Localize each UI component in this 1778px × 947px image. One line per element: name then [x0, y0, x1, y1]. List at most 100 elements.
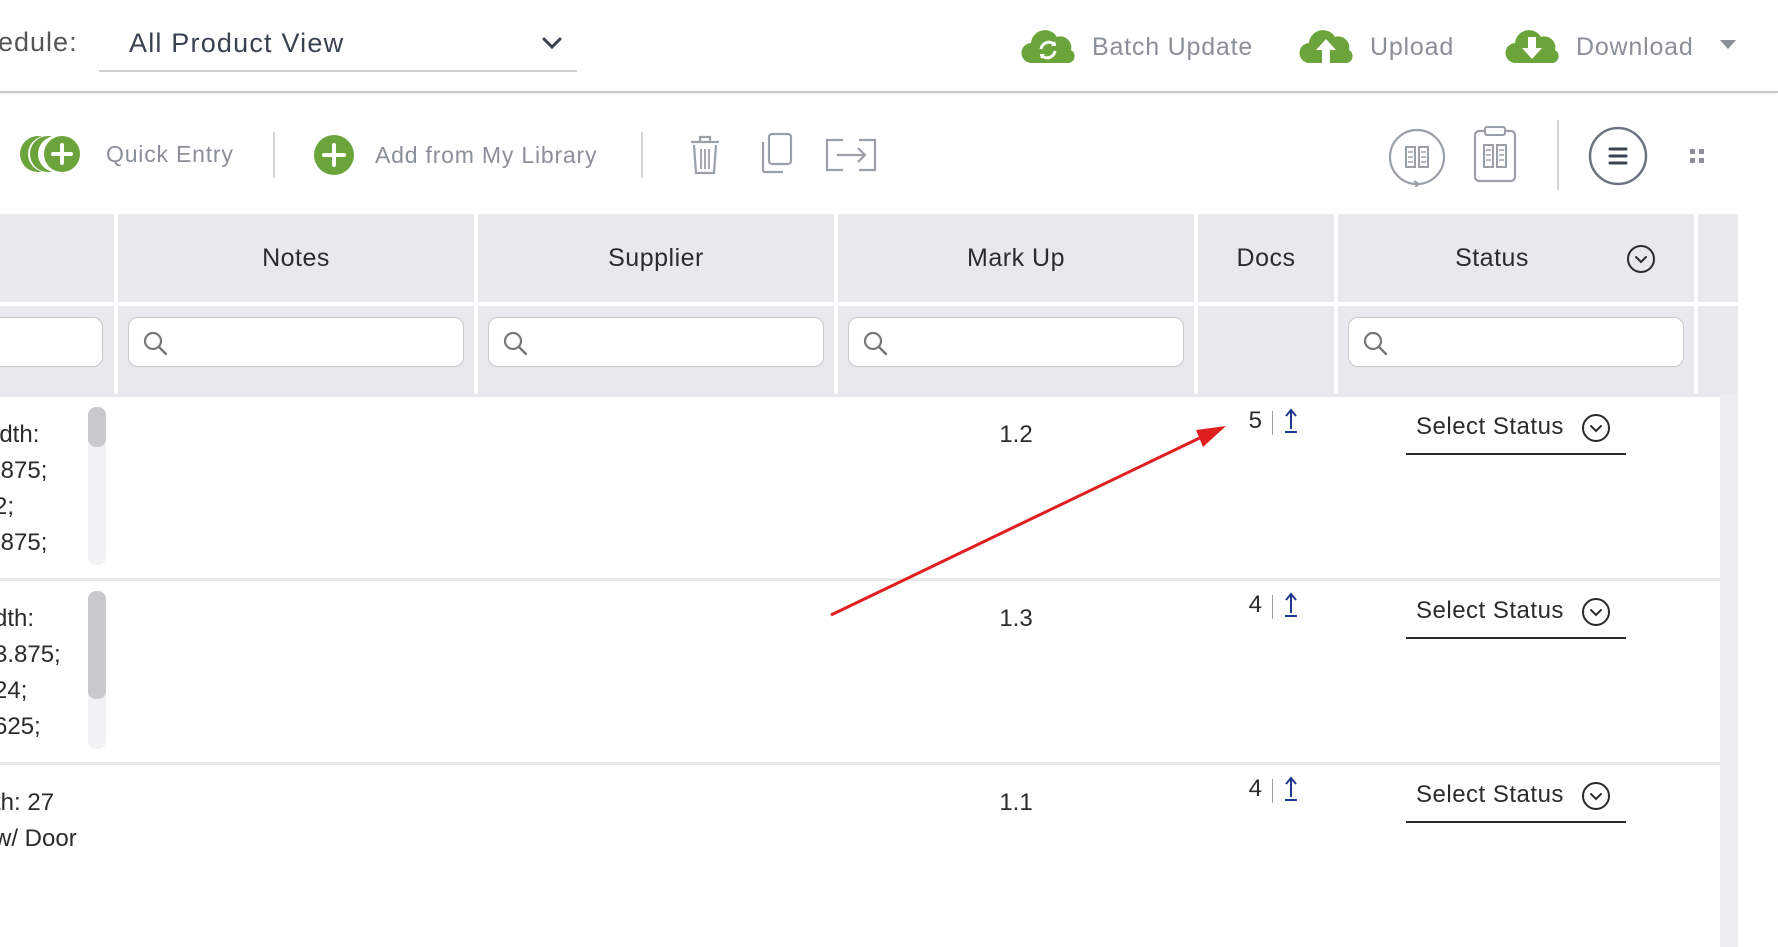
- cloud-download-icon: [1505, 30, 1559, 64]
- description-scrollbar[interactable]: [88, 407, 106, 565]
- description-line: 2;: [0, 493, 15, 520]
- scrollbar-thumb[interactable]: [88, 591, 106, 699]
- view-select[interactable]: All Product View: [99, 22, 577, 72]
- cloud-sync-icon: [1021, 30, 1075, 64]
- top-bar: edule: All Product View Batch Update Upl…: [0, 0, 1778, 93]
- search-input[interactable]: [0, 317, 103, 367]
- status-select[interactable]: Select Status: [1406, 407, 1626, 455]
- docs-cell: 4: [1244, 591, 1298, 619]
- filter-cell-docs: [1198, 306, 1334, 394]
- docs-divider: [1272, 411, 1273, 435]
- column-header-spacer: [1698, 214, 1738, 302]
- download-label: Download: [1576, 32, 1694, 61]
- grid-scrollbar[interactable]: [1720, 394, 1738, 947]
- search-icon: [503, 331, 528, 356]
- add-from-library-label: Add from My Library: [375, 141, 598, 168]
- move-to-icon[interactable]: [823, 136, 879, 174]
- status-select[interactable]: Select Status: [1406, 591, 1626, 639]
- trash-icon[interactable]: [688, 134, 722, 176]
- add-circle-icon: [314, 135, 354, 175]
- column-header-status-label: Status: [1455, 243, 1529, 272]
- download-button[interactable]: Download: [1502, 22, 1694, 72]
- column-header-supplier[interactable]: Supplier: [478, 214, 834, 302]
- status-select-value: Select Status: [1416, 781, 1564, 808]
- batch-update-button[interactable]: Batch Update: [1018, 22, 1253, 72]
- schedule-label: edule:: [0, 27, 78, 57]
- column-header-status[interactable]: Status: [1338, 214, 1694, 302]
- view-select-value: All Product View: [129, 28, 345, 58]
- docs-cell: 4: [1244, 775, 1298, 803]
- markup-search-input[interactable]: [848, 317, 1184, 367]
- docs-count[interactable]: 4: [1244, 775, 1262, 803]
- menu-icon[interactable]: [1588, 126, 1648, 186]
- markup-cell[interactable]: 1.3: [838, 605, 1194, 633]
- upload-button[interactable]: Upload: [1296, 22, 1454, 72]
- description-line: idth:: [0, 421, 40, 448]
- cloud-upload-icon: [1299, 30, 1353, 64]
- filter-cell-status: [1338, 306, 1694, 394]
- table-row[interactable]: dth: 3.875; 24; 625; 1.3 4 Select Status: [0, 578, 1720, 762]
- chevron-circle-down-icon: [1582, 598, 1610, 626]
- add-from-library-button[interactable]: Add from My Library: [313, 134, 597, 176]
- drag-handle-icon[interactable]: [1689, 148, 1705, 164]
- toolbar: Quick Entry Add from My Library: [0, 110, 1778, 200]
- toolbar-divider: [641, 132, 643, 178]
- table-row[interactable]: th: 27 w/ Door . 1.1 4 Select Status: [0, 762, 1720, 946]
- description-line: 625;: [0, 713, 41, 740]
- column-header-docs[interactable]: Docs: [1198, 214, 1334, 302]
- description-line: 3.875;: [0, 641, 61, 668]
- chevron-down-icon: [542, 37, 562, 50]
- copy-icon[interactable]: [759, 132, 795, 174]
- status-select-value: Select Status: [1416, 413, 1564, 440]
- docs-count[interactable]: 4: [1244, 591, 1262, 619]
- filter-cell: [0, 306, 114, 394]
- search-icon: [143, 331, 168, 356]
- markup-cell[interactable]: 1.2: [838, 421, 1194, 449]
- search-icon: [863, 331, 888, 356]
- product-grid: Notes Supplier Mark Up Docs Status dth: …: [0, 214, 1738, 947]
- description-line: w/ Door: [0, 825, 77, 852]
- filter-cell-markup: [838, 306, 1194, 394]
- description-line: th: 27: [0, 789, 55, 816]
- docs-cell: 5: [1244, 407, 1298, 435]
- filter-cell-notes: [118, 306, 474, 394]
- description-line: .875;: [0, 529, 48, 556]
- column-header-partial: [0, 214, 114, 302]
- toolbar-divider: [273, 132, 275, 178]
- filter-cell-spacer: [1698, 306, 1738, 394]
- upload-doc-icon[interactable]: [1284, 407, 1298, 433]
- clipboard-columns-icon[interactable]: [1472, 125, 1518, 183]
- status-search-input[interactable]: [1348, 317, 1684, 367]
- description-line: 24;: [0, 677, 28, 704]
- notes-search-input[interactable]: [128, 317, 464, 367]
- upload-doc-icon[interactable]: [1284, 775, 1298, 801]
- column-header-notes[interactable]: Notes: [118, 214, 474, 302]
- chevron-circle-down-icon[interactable]: [1626, 244, 1656, 274]
- status-select-value: Select Status: [1416, 597, 1564, 624]
- supplier-search-input[interactable]: [488, 317, 824, 367]
- quick-entry-icon: [20, 136, 80, 172]
- search-icon: [1363, 331, 1388, 356]
- description-line: dth:: [0, 605, 35, 632]
- filter-cell-supplier: [478, 306, 834, 394]
- toolbar-divider: [1557, 120, 1559, 190]
- scrollbar-thumb[interactable]: [88, 407, 106, 447]
- chevron-circle-down-icon: [1582, 782, 1610, 810]
- refresh-columns-icon[interactable]: [1387, 127, 1447, 187]
- docs-divider: [1272, 779, 1273, 803]
- markup-cell[interactable]: 1.1: [838, 789, 1194, 817]
- table-row[interactable]: idth: .875; 2; .875; 1.2 5 Select Status: [0, 394, 1720, 578]
- chevron-circle-down-icon: [1582, 414, 1610, 442]
- download-caret-icon[interactable]: [1718, 38, 1738, 52]
- quick-entry-button[interactable]: Quick Entry: [20, 132, 234, 176]
- status-select[interactable]: Select Status: [1406, 775, 1626, 823]
- description-scrollbar[interactable]: [88, 591, 106, 749]
- column-header-markup[interactable]: Mark Up: [838, 214, 1194, 302]
- batch-update-label: Batch Update: [1092, 32, 1254, 61]
- upload-doc-icon[interactable]: [1284, 591, 1298, 617]
- description-line: .875;: [0, 457, 48, 484]
- description-line: .: [0, 857, 1, 885]
- docs-divider: [1272, 595, 1273, 619]
- upload-label: Upload: [1370, 32, 1455, 61]
- docs-count[interactable]: 5: [1244, 407, 1262, 435]
